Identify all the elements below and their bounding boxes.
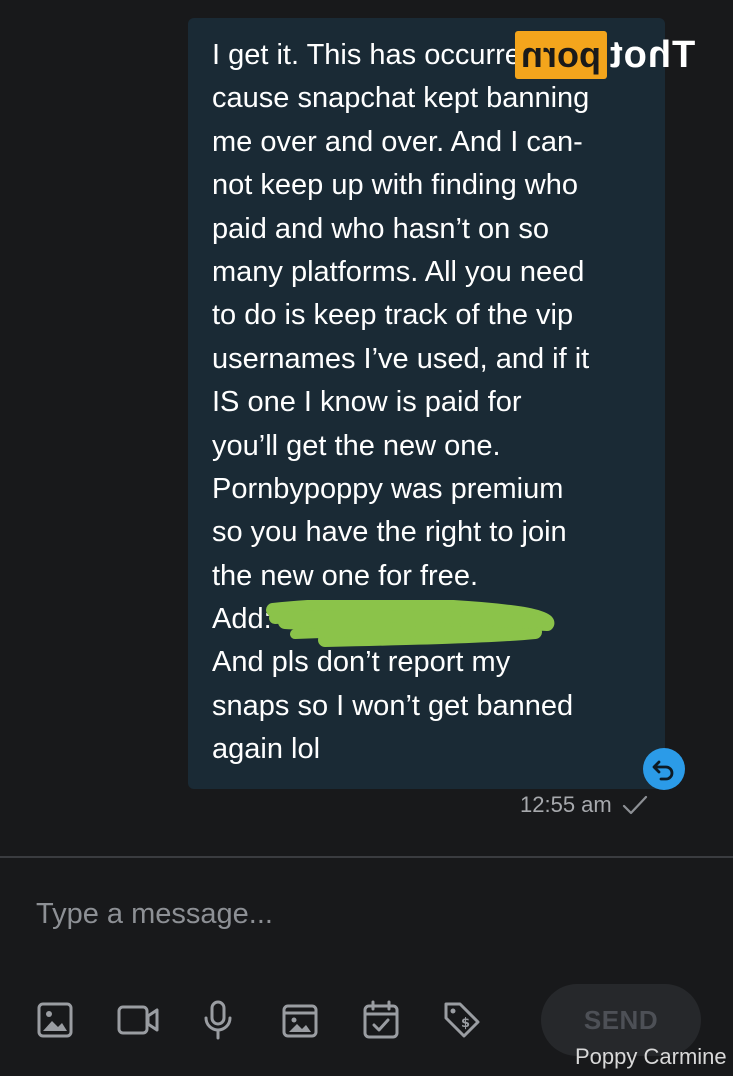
message-line: snaps so I won’t get banned <box>212 689 574 722</box>
svg-text:$: $ <box>461 1016 470 1031</box>
message-line: so you have the right to join <box>212 516 567 549</box>
message-line: the new one for free. <box>212 559 478 592</box>
message-line: you’ll get the new one. <box>212 429 501 462</box>
message-line: Pornbypoppy was premium <box>212 472 564 505</box>
message-line: many platforms. All you need <box>212 255 585 288</box>
message-line: again lol <box>212 733 321 766</box>
message-line: paid and who hasn’t on so <box>212 212 549 245</box>
message-line: cause snapchat kept banning <box>212 82 590 115</box>
reply-arrow-icon <box>652 760 674 781</box>
message-line: IS one I know is paid for <box>212 386 522 419</box>
microphone-icon[interactable] <box>198 1000 238 1040</box>
reply-button[interactable] <box>643 748 685 790</box>
video-icon[interactable] <box>117 1000 161 1040</box>
message-line: to do is keep track of the vip <box>212 299 574 332</box>
single-check-icon <box>622 795 647 815</box>
redaction-scribble <box>266 600 555 647</box>
chat-screen: I get it. This has occurred be- cause sn… <box>0 0 733 1076</box>
message-timestamp: 12:55 am <box>520 792 612 817</box>
message-line: me over and over. And I can- <box>212 125 583 158</box>
message-meta: 12:55 am <box>520 792 648 818</box>
site-watermark: porn Thot <box>515 30 695 80</box>
watermark-plain-text: Thot <box>608 33 696 76</box>
image-icon[interactable] <box>35 1000 75 1040</box>
message-text: I get it. This has occurred be- cause sn… <box>212 34 589 772</box>
composer-divider <box>0 856 733 858</box>
gallery-icon[interactable] <box>280 1000 320 1040</box>
creator-credit: Poppy Carmine <box>575 1044 727 1069</box>
message-line: usernames I’ve used, and if it <box>212 342 590 375</box>
watermark-boxed-text: porn <box>515 31 607 79</box>
message-input[interactable] <box>36 892 636 936</box>
price-tag-icon[interactable]: $ <box>442 1000 482 1040</box>
calendar-check-icon[interactable] <box>361 1000 401 1040</box>
message-line: not keep up with finding who <box>212 169 578 202</box>
